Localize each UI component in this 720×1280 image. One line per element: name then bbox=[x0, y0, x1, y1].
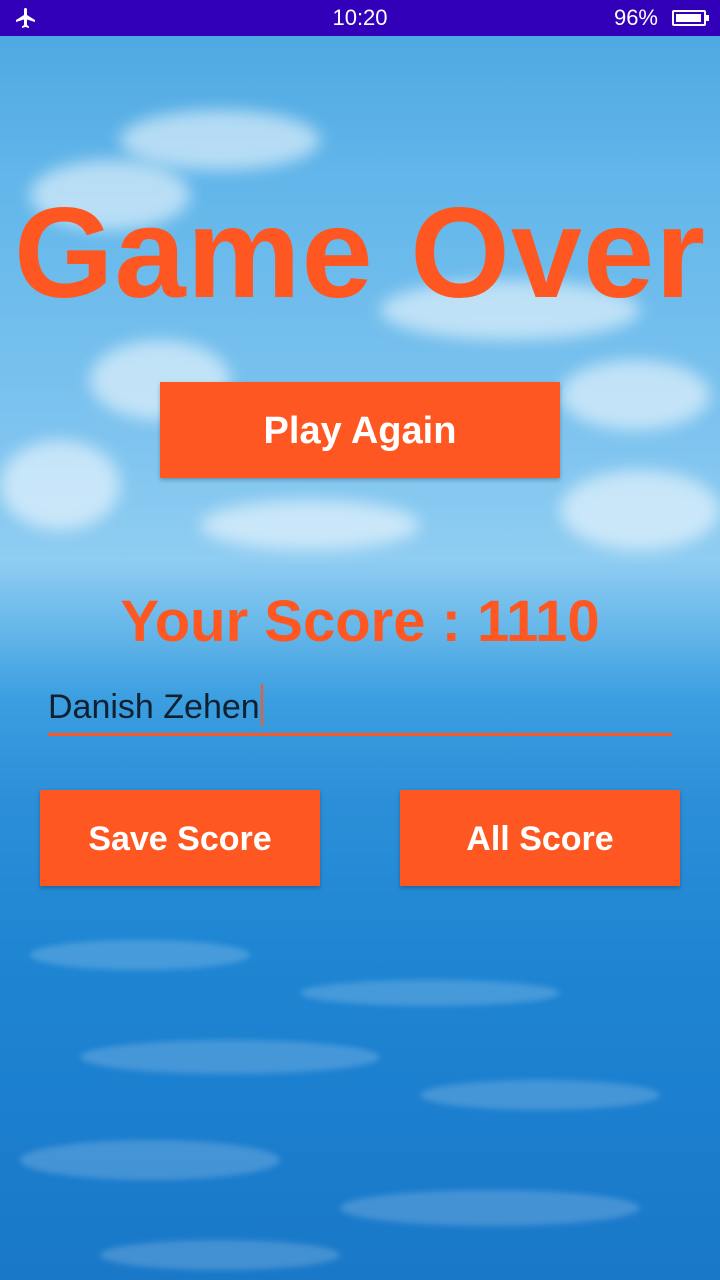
player-name-text: Danish Zehen bbox=[48, 688, 260, 726]
text-cursor bbox=[260, 684, 263, 726]
wave-highlight bbox=[420, 1080, 660, 1110]
wave-highlight bbox=[80, 1040, 380, 1074]
all-score-button[interactable]: All Score bbox=[400, 790, 680, 886]
score-text: Your Score : 1110 bbox=[120, 589, 600, 654]
game-over-screen: 10:20 96% Game Over Play Again Your Scor… bbox=[0, 0, 720, 1280]
wave-highlight bbox=[20, 1140, 280, 1180]
game-over-title: Game Over bbox=[13, 182, 707, 325]
battery-percent: 96% bbox=[613, 5, 658, 30]
player-name-value: Danish Zehen bbox=[48, 684, 263, 727]
cloud bbox=[120, 110, 320, 170]
status-bar: 10:20 96% bbox=[0, 0, 720, 36]
cloud bbox=[560, 470, 720, 550]
play-again-button[interactable]: Play Again bbox=[160, 382, 560, 478]
save-score-button[interactable]: Save Score bbox=[40, 790, 320, 886]
cloud bbox=[0, 440, 120, 530]
battery-fill bbox=[676, 14, 701, 22]
wave-highlight bbox=[300, 980, 560, 1006]
wave-highlight bbox=[340, 1190, 640, 1226]
wave-highlight bbox=[30, 940, 250, 970]
cloud bbox=[200, 500, 420, 550]
wave-highlight bbox=[100, 1240, 340, 1270]
player-name-input[interactable]: Danish Zehen bbox=[48, 680, 672, 736]
battery-icon bbox=[672, 10, 709, 26]
cloud bbox=[560, 360, 710, 430]
status-time: 10:20 bbox=[332, 5, 388, 30]
